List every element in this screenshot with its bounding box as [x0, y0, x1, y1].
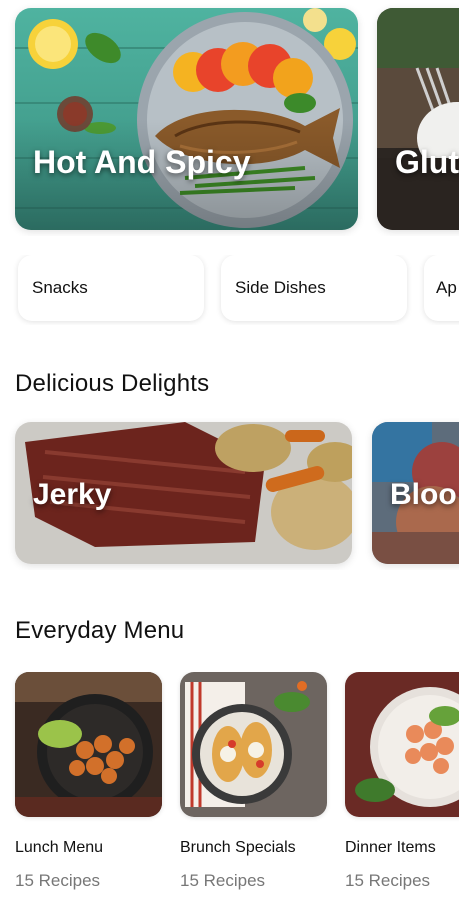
menu-card-lunch[interactable]: Lunch Menu 15 Recipes: [15, 672, 162, 891]
delight-card-bloody[interactable]: Bloo: [372, 422, 459, 564]
delights-carousel[interactable]: Jerky Bloo: [0, 418, 459, 570]
fish-dish-image: [15, 8, 358, 230]
menu-name: Brunch Specials: [180, 839, 296, 856]
section-title-everyday: Everyday Menu: [15, 617, 185, 644]
menu-name: Lunch Menu: [15, 839, 104, 856]
menu-image: [345, 672, 459, 817]
chip-appetizers[interactable]: Ap: [424, 255, 459, 321]
featured-title: Glut: [395, 144, 459, 180]
featured-card-gluten[interactable]: Glut: [377, 8, 459, 230]
everyday-carousel[interactable]: Lunch Menu 15 Recipes Brunch Specials 15…: [0, 672, 459, 900]
gluten-dish-image: [377, 8, 459, 230]
featured-title: Hot And Spicy: [33, 144, 251, 180]
delight-title: Jerky: [33, 478, 112, 511]
menu-card-brunch[interactable]: Brunch Specials 15 Recipes: [180, 672, 327, 891]
category-chips[interactable]: Snacks Side Dishes Ap: [0, 255, 459, 325]
chip-side-dishes[interactable]: Side Dishes: [221, 255, 407, 321]
featured-card-hot-and-spicy[interactable]: Hot And Spicy: [15, 8, 358, 230]
brunch-dish-image: [180, 672, 327, 817]
lunch-dish-image: [15, 672, 162, 817]
chip-snacks[interactable]: Snacks: [18, 255, 204, 321]
chip-label: Side Dishes: [235, 278, 326, 297]
menu-recipe-count: 15 Recipes: [15, 871, 101, 890]
featured-carousel[interactable]: Hot And Spicy Glut: [0, 0, 459, 236]
dinner-dish-image: [345, 672, 459, 817]
chip-label: Ap: [436, 278, 457, 297]
delight-title: Bloo: [390, 478, 457, 511]
menu-recipe-count: 15 Recipes: [345, 871, 431, 890]
menu-name: Dinner Items: [345, 839, 436, 856]
section-title-delights: Delicious Delights: [15, 370, 210, 397]
menu-image: [180, 672, 327, 817]
delight-card-jerky[interactable]: Jerky: [15, 422, 352, 564]
menu-image: [15, 672, 162, 817]
chip-label: Snacks: [32, 278, 88, 297]
menu-recipe-count: 15 Recipes: [180, 871, 266, 890]
menu-card-dinner[interactable]: Dinner Items 15 Recipes: [345, 672, 459, 891]
